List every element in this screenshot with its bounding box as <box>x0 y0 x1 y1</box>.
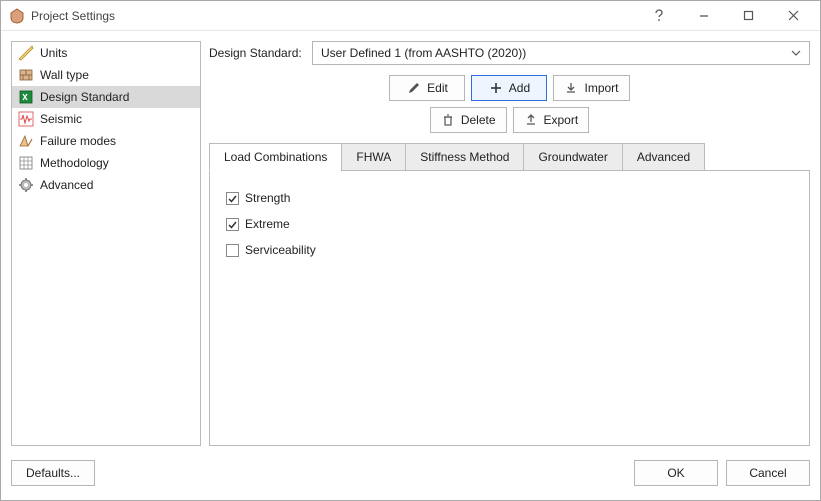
sidebar-item-label: Failure modes <box>40 134 116 148</box>
sidebar-item-units[interactable]: Units <box>12 42 200 64</box>
import-icon <box>564 81 578 95</box>
tab-fhwa[interactable]: FHWA <box>341 143 406 171</box>
sidebar-item-failure-modes[interactable]: Failure modes <box>12 130 200 152</box>
defaults-button[interactable]: Defaults... <box>11 460 95 486</box>
tab-advanced[interactable]: Advanced <box>622 143 705 171</box>
button-label: Edit <box>427 81 448 95</box>
tab-groundwater[interactable]: Groundwater <box>523 143 622 171</box>
add-button[interactable]: Add <box>471 75 547 101</box>
tab-stiffness-method[interactable]: Stiffness Method <box>405 143 524 171</box>
sidebar-item-seismic[interactable]: Seismic <box>12 108 200 130</box>
trash-icon <box>441 113 455 127</box>
serviceability-checkbox[interactable] <box>226 244 239 257</box>
edit-button[interactable]: Edit <box>389 75 465 101</box>
sidebar-item-wall-type[interactable]: Wall type <box>12 64 200 86</box>
ruler-icon <box>18 45 34 61</box>
title-bar: Project Settings <box>1 1 820 31</box>
button-label: Delete <box>461 113 496 127</box>
button-label: OK <box>667 466 684 480</box>
import-button[interactable]: Import <box>553 75 629 101</box>
toolbar: Edit Add Import <box>209 75 810 133</box>
sidebar-item-label: Units <box>40 46 67 60</box>
tab-strip: Load Combinations FHWA Stiffness Method … <box>209 143 810 171</box>
sidebar-item-design-standard[interactable]: Design Standard <box>12 86 200 108</box>
maximize-button[interactable] <box>726 2 771 30</box>
ok-button[interactable]: OK <box>634 460 718 486</box>
minimize-button[interactable] <box>681 2 726 30</box>
category-sidebar: Units Wall type Design Standard <box>11 41 201 446</box>
dialog-window: Project Settings Uni <box>0 0 821 501</box>
chevron-down-icon <box>791 48 801 59</box>
window-title: Project Settings <box>31 9 115 23</box>
sidebar-item-label: Methodology <box>40 156 109 170</box>
content-area: Units Wall type Design Standard <box>1 31 820 500</box>
checkbox-label: Extreme <box>245 217 290 231</box>
dropdown-value: User Defined 1 (from AASHTO (2020)) <box>321 46 526 60</box>
export-icon <box>524 113 538 127</box>
checkbox-label: Strength <box>245 191 290 205</box>
dialog-footer: Defaults... OK Cancel <box>1 456 820 500</box>
close-button[interactable] <box>771 2 816 30</box>
help-button[interactable] <box>636 2 681 30</box>
plus-icon <box>489 81 503 95</box>
sidebar-item-label: Seismic <box>40 112 82 126</box>
button-label: Import <box>584 81 618 95</box>
book-icon <box>18 89 34 105</box>
sidebar-item-label: Wall type <box>40 68 89 82</box>
grid-icon <box>18 155 34 171</box>
delete-button[interactable]: Delete <box>430 107 507 133</box>
sidebar-item-label: Design Standard <box>40 90 129 104</box>
export-button[interactable]: Export <box>513 107 590 133</box>
design-standard-dropdown[interactable]: User Defined 1 (from AASHTO (2020)) <box>312 41 810 65</box>
cancel-button[interactable]: Cancel <box>726 460 810 486</box>
sidebar-item-label: Advanced <box>40 178 93 192</box>
app-icon <box>9 8 25 24</box>
strength-checkbox[interactable] <box>226 192 239 205</box>
tab-panel: Load Combinations FHWA Stiffness Method … <box>209 143 810 446</box>
sidebar-item-advanced[interactable]: Advanced <box>12 174 200 196</box>
button-label: Cancel <box>749 466 786 480</box>
design-standard-label: Design Standard: <box>209 46 304 60</box>
gear-icon <box>18 177 34 193</box>
settings-pane: Design Standard: User Defined 1 (from AA… <box>209 41 810 446</box>
wave-icon <box>18 111 34 127</box>
tab-body: Strength Extreme Serviceability <box>209 170 810 446</box>
button-label: Add <box>509 81 530 95</box>
checkbox-label: Serviceability <box>245 243 316 257</box>
extreme-checkbox[interactable] <box>226 218 239 231</box>
wall-icon <box>18 67 34 83</box>
window-buttons <box>636 2 816 30</box>
failure-icon <box>18 133 34 149</box>
tab-load-combinations[interactable]: Load Combinations <box>209 143 342 171</box>
button-label: Export <box>544 113 579 127</box>
sidebar-item-methodology[interactable]: Methodology <box>12 152 200 174</box>
button-label: Defaults... <box>26 466 80 480</box>
pencil-icon <box>407 81 421 95</box>
